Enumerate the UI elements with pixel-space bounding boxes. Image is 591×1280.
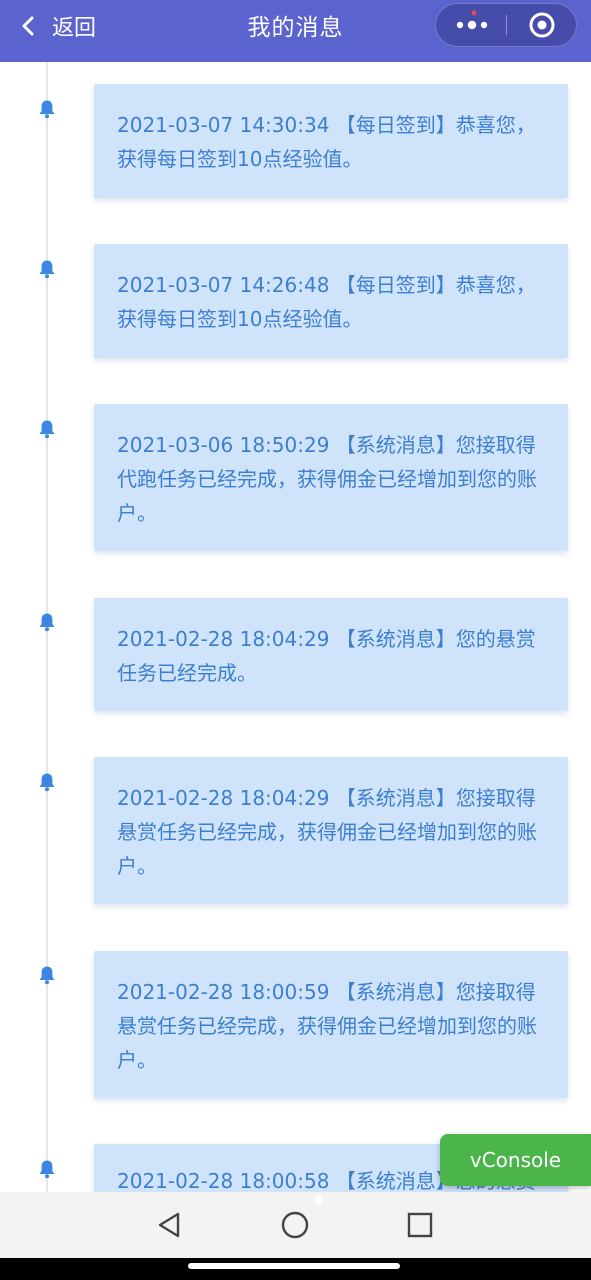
nav-indicator-dot <box>315 1196 323 1204</box>
bottom-gesture-strip <box>0 1258 591 1280</box>
bell-icon <box>39 100 55 119</box>
message-text: 2021-03-06 18:50:29 【系统消息】您接取得代跑任务已经完成，获… <box>117 433 537 525</box>
message-card[interactable]: 2021-03-06 18:50:29 【系统消息】您接取得代跑任务已经完成，获… <box>94 404 568 551</box>
message-card[interactable]: 2021-03-07 14:26:48 【每日签到】恭喜您，获得每日签到10点经… <box>94 244 568 358</box>
message-text: 2021-03-07 14:30:34 【每日签到】恭喜您，获得每日签到10点经… <box>117 113 536 171</box>
bell-icon <box>39 420 55 439</box>
more-dots-icon <box>456 10 488 30</box>
bell-icon <box>39 1160 55 1179</box>
bell-icon <box>39 773 55 792</box>
more-menu-button[interactable] <box>436 4 506 46</box>
triangle-back-icon[interactable] <box>149 1205 189 1245</box>
bell-icon <box>39 966 55 985</box>
message-text: 2021-02-28 18:04:29 【系统消息】您接取得悬赏任务已经完成，获… <box>117 786 537 878</box>
messages-page: 返回 我的消息 2021-03-07 14:30:34 【每日签到】恭喜您，获得… <box>0 0 591 1280</box>
message-card[interactable]: 2021-03-07 14:30:34 【每日签到】恭喜您，获得每日签到10点经… <box>94 84 568 198</box>
bell-icon <box>39 613 55 632</box>
vconsole-button[interactable]: vConsole <box>440 1134 591 1186</box>
miniprogram-capsule <box>435 3 577 47</box>
message-text: 2021-03-07 14:26:48 【每日签到】恭喜您，获得每日签到10点经… <box>117 273 536 331</box>
close-miniprogram-button[interactable] <box>507 4 577 46</box>
circle-home-icon[interactable] <box>275 1205 315 1245</box>
square-recents-icon[interactable] <box>400 1205 440 1245</box>
message-card[interactable]: 2021-02-28 18:04:29 【系统消息】您接取得悬赏任务已经完成，获… <box>94 757 568 904</box>
message-card[interactable]: 2021-02-28 18:00:59 【系统消息】您接取得悬赏任务已经完成，获… <box>94 951 568 1098</box>
bell-icon <box>39 260 55 279</box>
message-text: 2021-02-28 18:04:29 【系统消息】您的悬赏任务已经完成。 <box>117 627 536 685</box>
message-text: 2021-02-28 18:00:59 【系统消息】您接取得悬赏任务已经完成，获… <box>117 980 537 1072</box>
message-card[interactable]: 2021-02-28 18:04:29 【系统消息】您的悬赏任务已经完成。 <box>94 598 568 711</box>
header-bar: 返回 我的消息 <box>0 0 591 62</box>
home-indicator[interactable] <box>188 1263 400 1269</box>
system-nav-bar <box>0 1192 591 1258</box>
target-circle-icon <box>529 12 555 38</box>
